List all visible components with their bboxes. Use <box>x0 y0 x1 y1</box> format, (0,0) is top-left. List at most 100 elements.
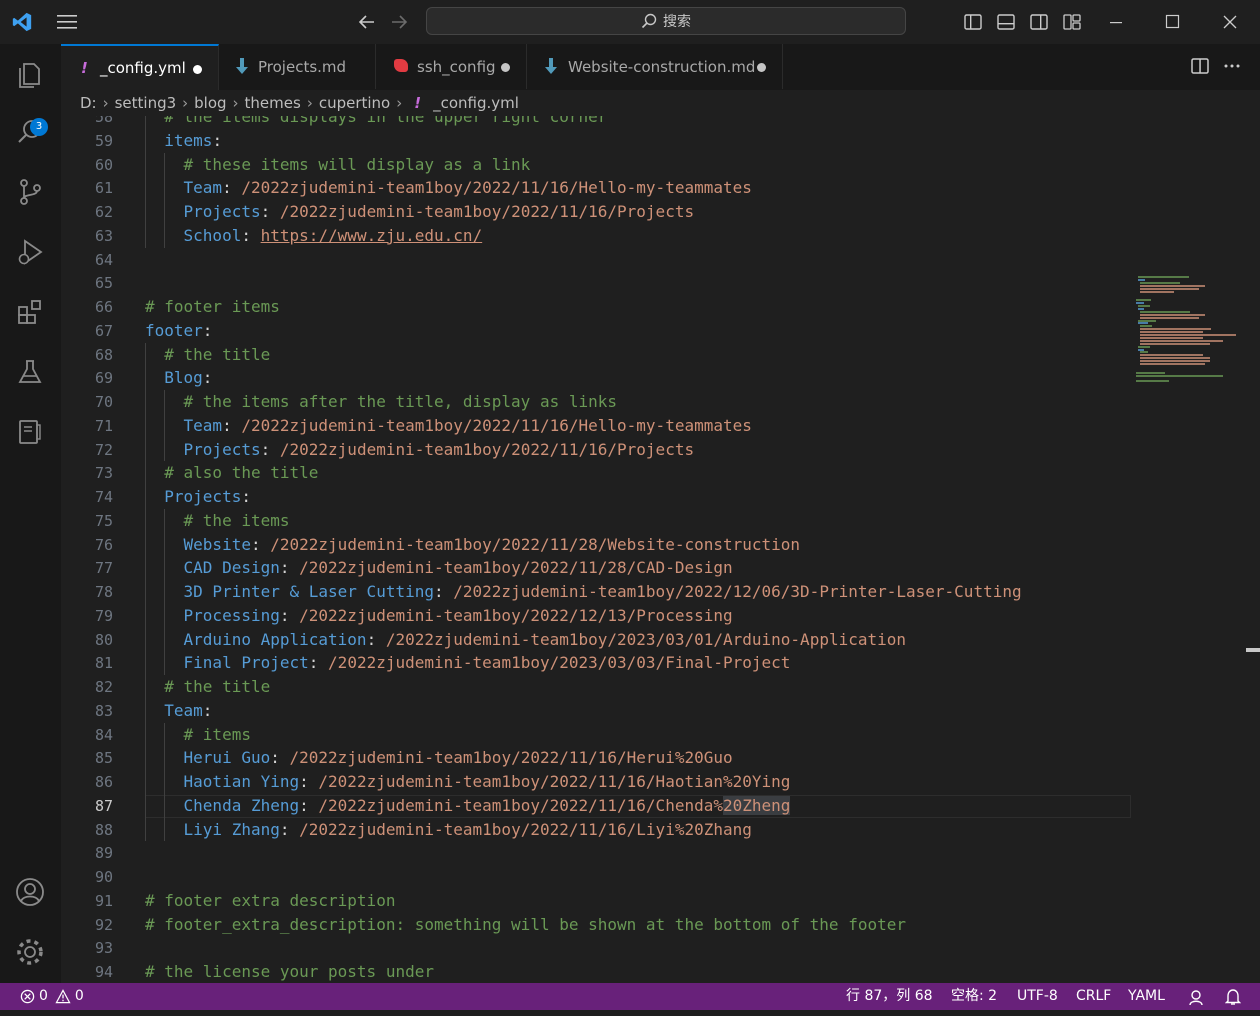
problems-indicator[interactable]: 0 0 <box>20 983 84 1010</box>
language-mode[interactable]: YAML <box>1128 983 1165 1010</box>
run-debug-icon[interactable] <box>12 234 48 270</box>
code-line[interactable]: Projects: /2022zjudemini-team1boy/2022/1… <box>145 200 695 224</box>
tab-projects-md[interactable]: Projects.md <box>219 44 376 89</box>
minimap-line <box>1140 360 1210 363</box>
indent-guide <box>145 485 146 509</box>
code-editor[interactable]: 58 59 60 61 62 63 64 65 66 67 68 69 70 71 72 73 74 75 76 77… <box>61 116 1260 983</box>
warning-icon <box>55 989 71 1004</box>
remote-explorer-icon[interactable] <box>12 414 48 450</box>
code-line[interactable]: Team: /2022zjudemini-team1boy/2022/11/16… <box>145 176 752 200</box>
code-line[interactable]: # footer_extra_description: something wi… <box>145 913 906 937</box>
code-line[interactable]: Processing: /2022zjudemini-team1boy/2022… <box>145 604 733 628</box>
explorer-icon[interactable] <box>12 56 48 92</box>
code-line[interactable]: # the items after the title, display as … <box>145 390 617 414</box>
indent-guide <box>145 390 146 414</box>
code-line[interactable]: Projects: <box>145 485 251 509</box>
toggle-secondary-sidebar-icon[interactable] <box>1029 12 1049 36</box>
minimap-line <box>1140 357 1210 360</box>
indent-guide <box>164 556 166 580</box>
indentation[interactable]: 空格: 2 <box>951 983 997 1010</box>
maximize-icon[interactable] <box>1163 12 1183 36</box>
code-line[interactable]: # the license your posts under <box>145 960 434 983</box>
close-icon[interactable] <box>1220 12 1240 36</box>
modified-dot-icon[interactable] <box>757 63 766 72</box>
indent-guide <box>164 200 166 224</box>
minimap-line <box>1140 363 1206 365</box>
code-line[interactable]: # the items displays in the upper right … <box>145 116 607 129</box>
accounts-icon[interactable] <box>12 874 48 910</box>
minimap[interactable] <box>1136 116 1246 983</box>
line-number: 64 <box>94 250 113 269</box>
code-line[interactable]: # these items will display as a link <box>145 153 531 177</box>
breadcrumb-themes[interactable]: themes <box>245 94 301 112</box>
minimap-line <box>1140 336 1204 339</box>
command-center-search[interactable]: 搜索 <box>426 7 906 35</box>
modified-dot-icon[interactable] <box>501 63 510 72</box>
toggle-panel-icon[interactable] <box>996 12 1016 36</box>
minimap-line <box>1140 290 1175 293</box>
code-line[interactable]: Website: /2022zjudemini-team1boy/2022/11… <box>145 533 801 557</box>
toggle-primary-sidebar-icon[interactable] <box>963 12 983 36</box>
code-line[interactable]: footer: <box>145 319 212 343</box>
code-line[interactable]: 3D Printer & Laser Cutting: /2022zjudemi… <box>145 580 1022 604</box>
extensions-icon[interactable] <box>12 294 48 330</box>
back-arrow-icon[interactable] <box>357 12 377 36</box>
code-line[interactable]: Herui Guo: /2022zjudemini-team1boy/2022/… <box>145 746 733 770</box>
line-number: 59 <box>94 131 113 150</box>
code-line[interactable]: Arduino Application: /2022zjudemini-team… <box>145 628 906 652</box>
code-line[interactable]: Chenda Zheng: /2022zjudemini-team1boy/20… <box>145 794 791 818</box>
cursor-position[interactable]: 行 87，列 68 <box>846 983 933 1010</box>
feedback-icon[interactable] <box>1187 988 1205 1006</box>
code-line[interactable]: Liyi Zhang: /2022zjudemini-team1boy/2022… <box>145 818 752 842</box>
minimap-line <box>1138 345 1151 348</box>
forward-arrow-icon[interactable] <box>389 12 409 36</box>
code-line[interactable]: Final Project: /2022zjudemini-team1boy/2… <box>145 651 791 675</box>
notifications-bell-icon[interactable] <box>1224 988 1242 1006</box>
breadcrumb-blog[interactable]: blog <box>194 94 226 112</box>
code-line[interactable]: CAD Design: /2022zjudemini-team1boy/2022… <box>145 556 733 580</box>
code-line[interactable]: # footer extra description <box>145 889 395 913</box>
indent-guide <box>145 200 146 224</box>
breadcrumb-cupertino[interactable]: cupertino <box>319 94 390 112</box>
code-line[interactable]: Team: <box>145 699 212 723</box>
tab-label: _config.yml <box>100 59 186 77</box>
source-control-icon[interactable] <box>12 174 48 210</box>
modified-dot-icon[interactable] <box>193 65 202 74</box>
yaml-file-icon: ! <box>414 94 422 112</box>
breadcrumb-drive[interactable]: D: <box>80 94 97 112</box>
tab-config-yml[interactable]: ! _config.yml <box>61 44 219 90</box>
customize-layout-icon[interactable] <box>1062 12 1082 36</box>
code-line[interactable]: Projects: /2022zjudemini-team1boy/2022/1… <box>145 438 695 462</box>
more-actions-icon[interactable] <box>1222 56 1242 80</box>
code-line[interactable]: # the title <box>145 343 270 367</box>
code-line[interactable]: # also the title <box>145 461 318 485</box>
minimap-line <box>1140 351 1149 354</box>
breadcrumb-setting3[interactable]: setting3 <box>115 94 177 112</box>
code-line[interactable]: # footer items <box>145 295 280 319</box>
yaml-file-icon: ! <box>81 59 88 77</box>
encoding[interactable]: UTF-8 <box>1017 983 1058 1010</box>
tab-ssh-config[interactable]: ssh_config <box>376 44 527 89</box>
code-line[interactable]: # items <box>145 723 251 747</box>
settings-gear-icon[interactable] <box>12 934 48 970</box>
minimap-line <box>1140 316 1199 319</box>
code-line[interactable]: School: https://www.zju.edu.cn/ <box>145 224 483 248</box>
scrollbar-cursor-marker[interactable] <box>1246 648 1260 652</box>
code-line[interactable]: # the items <box>145 509 290 533</box>
code-line[interactable]: Haotian Ying: /2022zjudemini-team1boy/20… <box>145 770 791 794</box>
split-editor-icon[interactable] <box>1190 56 1210 80</box>
code-line[interactable]: Blog: <box>145 366 212 390</box>
tab-website-construction-md[interactable]: Website-construction.md <box>527 44 783 89</box>
code-line[interactable]: # the title <box>145 675 270 699</box>
code-area[interactable]: # the items displays in the upper right … <box>145 116 1185 983</box>
code-line[interactable]: items: <box>145 129 222 153</box>
minimize-icon[interactable] <box>1106 12 1126 36</box>
indent-guide <box>164 223 166 248</box>
line-number: 63 <box>94 226 113 245</box>
breadcrumb-file[interactable]: _config.yml <box>433 94 519 112</box>
end-of-line[interactable]: CRLF <box>1076 983 1111 1010</box>
menu-icon[interactable] <box>57 13 79 35</box>
code-line[interactable]: Team: /2022zjudemini-team1boy/2022/11/16… <box>145 414 752 438</box>
line-number: 78 <box>94 583 113 601</box>
testing-icon[interactable] <box>12 354 48 390</box>
